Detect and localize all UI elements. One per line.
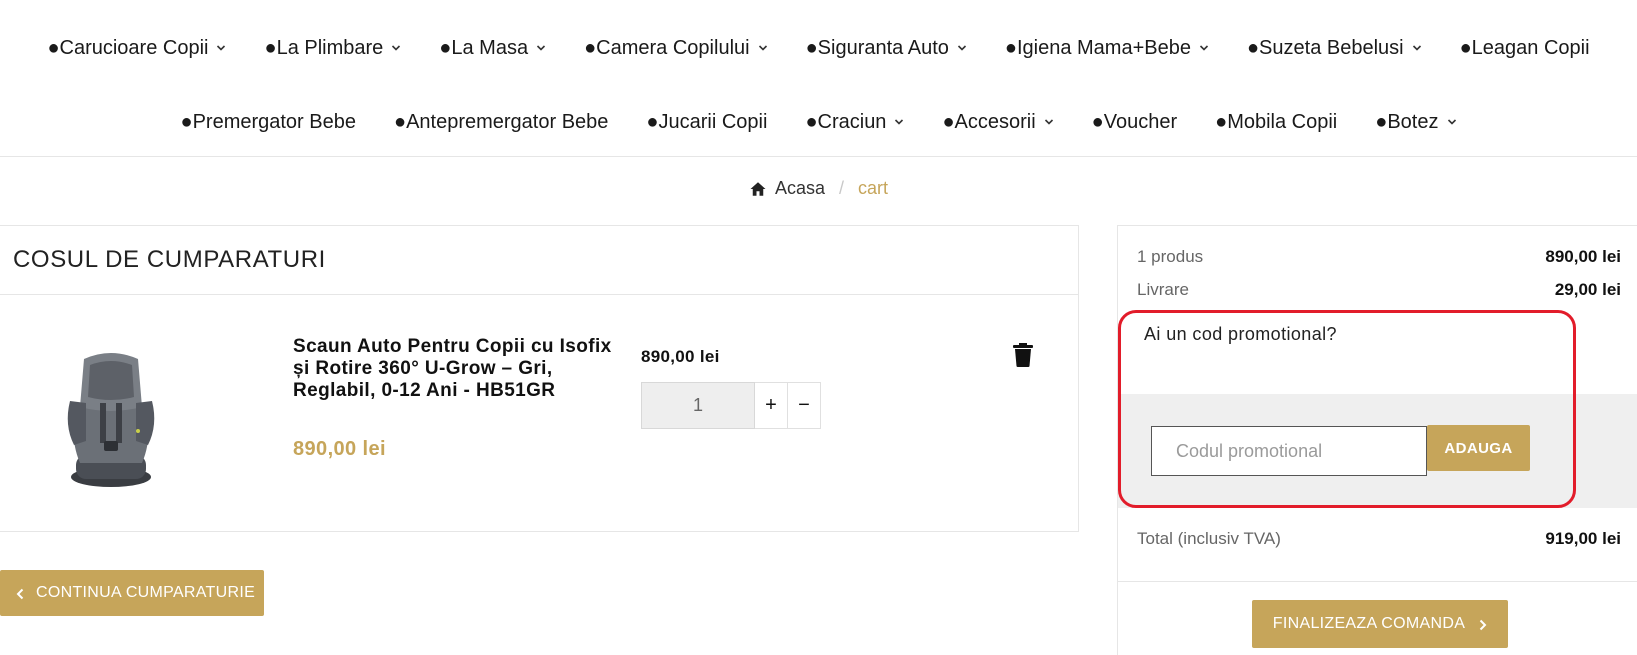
- home-icon[interactable]: [749, 180, 767, 198]
- breadcrumb: Acasa / cart: [0, 178, 1637, 199]
- quantity-increase-button[interactable]: +: [755, 382, 788, 429]
- nav-item-label: ●Mobila Copii: [1215, 110, 1338, 133]
- continue-shopping-label: CONTINUA CUMPARATURIE: [36, 584, 256, 601]
- nav-item-label: ●Premergator Bebe: [180, 110, 356, 133]
- chevron-down-icon: [216, 43, 226, 53]
- checkout-label: FINALIZEAZA COMANDA: [1272, 615, 1466, 632]
- unit-price: 890,00 lei: [641, 347, 720, 366]
- chevron-left-icon: [16, 587, 24, 600]
- nav-item[interactable]: ●Siguranta Auto: [787, 34, 986, 62]
- continue-shopping-button[interactable]: CONTINUA CUMPARATURIE: [0, 570, 264, 616]
- cart-panel: COSUL DE CUMPARATURI Scaun Auto Pentru C…: [0, 225, 1079, 532]
- nav-item-label: ●Suzeta Bebelusi: [1246, 36, 1404, 59]
- summary-products-value: 890,00 lei: [1545, 247, 1621, 266]
- summary-total-value: 919,00 lei: [1545, 529, 1621, 548]
- nav-item[interactable]: ●Igiena Mama+Bebe: [986, 34, 1228, 62]
- chevron-down-icon: [536, 43, 546, 53]
- chevron-down-icon: [957, 43, 967, 53]
- nav-item[interactable]: ●Premergator Bebe: [161, 108, 375, 136]
- chevron-right-icon: [1479, 618, 1487, 631]
- summary-products-row: 1 produs 890,00 lei: [1137, 247, 1621, 267]
- nav-item-label: ●Botez: [1375, 110, 1439, 133]
- nav-item[interactable]: ●Antepremergator Bebe: [375, 108, 627, 136]
- chevron-down-icon: [894, 117, 904, 127]
- order-summary: 1 produs 890,00 lei Livrare 29,00 lei Ai…: [1117, 225, 1637, 655]
- product-name-link[interactable]: Scaun Auto Pentru Copii cu Isofix și Rot…: [293, 336, 613, 402]
- summary-products-label: 1 produs: [1137, 247, 1204, 266]
- nav-item[interactable]: ●Accesorii: [923, 108, 1072, 136]
- quantity-stepper: + −: [641, 382, 821, 429]
- nav-item[interactable]: ●Mobila Copii: [1196, 108, 1356, 136]
- product-image[interactable]: [56, 345, 166, 490]
- trash-icon[interactable]: [1013, 343, 1033, 367]
- chevron-down-icon: [1412, 43, 1422, 53]
- summary-total-label: Total (inclusiv TVA): [1137, 529, 1281, 548]
- nav-item[interactable]: ●Jucarii Copii: [627, 108, 786, 136]
- nav-item-label: ●Craciun: [805, 110, 887, 133]
- nav-item-label: ●Antepremergator Bebe: [393, 110, 609, 133]
- promo-code-input[interactable]: [1151, 426, 1427, 476]
- nav-item-label: ●Leagan Copii: [1459, 36, 1590, 59]
- cart-divider: [0, 294, 1078, 295]
- quantity-decrease-button[interactable]: −: [788, 382, 821, 429]
- nav-row-2: ●Premergator Bebe ●Antepremergator Bebe ●J…: [0, 108, 1637, 136]
- nav-item[interactable]: ●Craciun: [786, 108, 923, 136]
- nav-row-1: ●Carucioare Copii ●La Plimbare ●La Masa ●Ca…: [0, 34, 1637, 62]
- nav-item[interactable]: ●Camera Copilului: [565, 34, 786, 62]
- chevron-down-icon: [758, 43, 768, 53]
- nav-item-label: ●Jucarii Copii: [646, 110, 768, 133]
- promo-add-button[interactable]: ADAUGA: [1427, 425, 1530, 471]
- nav-item-label: ●La Masa: [439, 36, 529, 59]
- nav-item[interactable]: ●Leagan Copii: [1441, 34, 1609, 62]
- breadcrumb-current: cart: [858, 178, 889, 198]
- nav-item[interactable]: ●Suzeta Bebelusi: [1228, 34, 1441, 62]
- product-price: 890,00 lei: [293, 438, 386, 460]
- breadcrumb-separator: /: [839, 178, 845, 198]
- chevron-down-icon: [391, 43, 401, 53]
- summary-shipping-label: Livrare: [1137, 280, 1189, 299]
- nav-item[interactable]: ●Carucioare Copii: [28, 34, 245, 62]
- nav-item[interactable]: ●Botez: [1356, 108, 1475, 136]
- nav-item-label: ●Carucioare Copii: [47, 36, 209, 59]
- chevron-down-icon: [1044, 117, 1054, 127]
- nav-item-label: ●Camera Copilului: [584, 36, 750, 59]
- chevron-down-icon: [1447, 117, 1457, 127]
- chevron-down-icon: [1199, 43, 1209, 53]
- quantity-input[interactable]: [641, 382, 755, 429]
- breadcrumb-home-link[interactable]: Acasa: [775, 178, 825, 199]
- nav-item-label: ●Igiena Mama+Bebe: [1004, 36, 1191, 59]
- main-navigation: ●Carucioare Copii ●La Plimbare ●La Masa ●Ca…: [0, 0, 1637, 157]
- promo-question: Ai un cod promotional?: [1144, 324, 1337, 344]
- nav-item[interactable]: ●La Masa: [420, 34, 565, 62]
- nav-item[interactable]: ●Voucher: [1073, 108, 1196, 136]
- summary-shipping-row: Livrare 29,00 lei: [1137, 280, 1621, 300]
- nav-item-label: ●La Plimbare: [264, 36, 384, 59]
- cart-title: COSUL DE CUMPARATURI: [13, 246, 326, 273]
- nav-item-label: ●Voucher: [1091, 110, 1178, 133]
- summary-total-row: Total (inclusiv TVA) 919,00 lei: [1137, 529, 1621, 549]
- nav-item[interactable]: ●La Plimbare: [245, 34, 420, 62]
- nav-item-label: ●Siguranta Auto: [805, 36, 949, 59]
- summary-divider: [1118, 581, 1637, 582]
- checkout-button[interactable]: FINALIZEAZA COMANDA: [1252, 600, 1508, 648]
- nav-item-label: ●Accesorii: [942, 110, 1036, 133]
- summary-shipping-value: 29,00 lei: [1554, 280, 1621, 299]
